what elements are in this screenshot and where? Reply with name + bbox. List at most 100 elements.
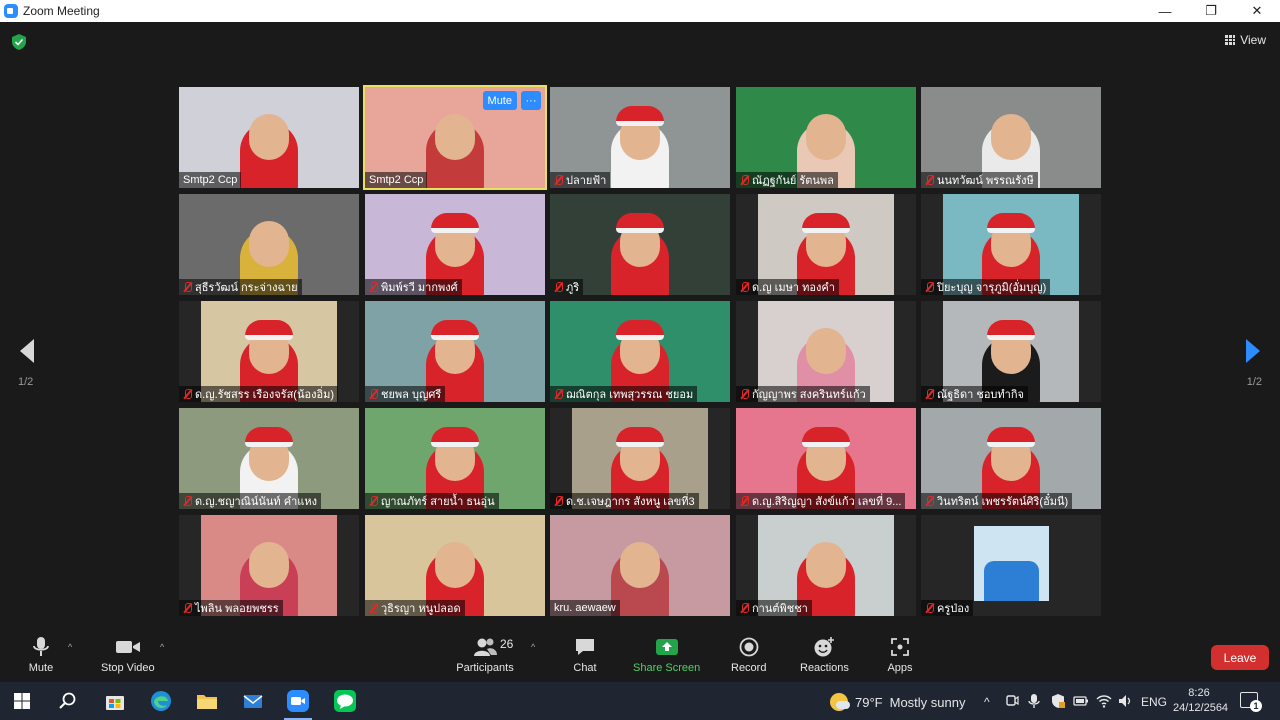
santa-hat xyxy=(987,427,1035,447)
close-button[interactable]: ✕ xyxy=(1234,0,1280,22)
participant-face xyxy=(806,114,846,160)
tray-overflow-chevron-icon[interactable]: ^ xyxy=(984,695,990,709)
security-tray-icon[interactable] xyxy=(1050,693,1066,709)
participants-button[interactable]: 26 Participants xyxy=(456,636,514,674)
participant-tile[interactable]: Smtp2 Ccp xyxy=(179,87,359,188)
participant-tile[interactable]: ชยพล บุญศรี xyxy=(365,301,545,402)
mute-button[interactable]: Mute xyxy=(26,636,56,674)
participant-tile[interactable]: ปิยะบุญ จารุภูมิ(อั่มบุญ) xyxy=(921,194,1101,295)
participant-name-bar: ภูริ xyxy=(550,279,584,295)
participant-tile[interactable]: ไพลิน พลอยพชรร xyxy=(179,515,359,616)
line-app-icon[interactable] xyxy=(333,689,357,713)
participant-face xyxy=(991,114,1031,160)
volume-icon[interactable] xyxy=(1117,693,1133,709)
tile-mute-button[interactable]: Mute xyxy=(482,91,517,110)
participant-name: ณัฐธิดา ชอบทำกิจ xyxy=(937,389,1024,401)
participant-tile[interactable]: ด.ช.เจษฎากร สังหนู เลขที่3 xyxy=(550,408,730,509)
weather-widget[interactable]: 79°F Mostly sunny xyxy=(830,693,965,711)
participant-tile[interactable]: ด.ญ.สิริญญา สังข์แก้ว เลขที่ 9... xyxy=(736,408,916,509)
zoom-taskbar-icon[interactable] xyxy=(286,689,310,713)
apps-icon xyxy=(885,636,915,658)
stop-video-button[interactable]: Stop Video xyxy=(101,636,155,674)
participant-tile[interactable]: ภูริ xyxy=(550,194,730,295)
microphone-tray-icon[interactable] xyxy=(1028,693,1040,709)
record-button[interactable]: Record xyxy=(731,636,766,674)
apps-button[interactable]: Apps xyxy=(885,636,915,674)
microsoft-store-icon[interactable] xyxy=(103,689,127,713)
muted-microphone-icon xyxy=(554,175,563,185)
minimize-button[interactable]: — xyxy=(1142,0,1188,22)
participant-tile[interactable]: พิมพ์รวี มากพงศ์ xyxy=(365,194,545,295)
encryption-shield-icon[interactable] xyxy=(12,34,26,50)
audio-options-caret-icon[interactable]: ^ xyxy=(68,642,72,652)
santa-hat xyxy=(431,213,479,233)
window-title-bar: Zoom Meeting — ❐ ✕ xyxy=(0,0,1280,22)
participant-tile[interactable]: ปลายฟ้า xyxy=(550,87,730,188)
participant-name-bar: ณัฐธิดา ชอบทำกิจ xyxy=(921,386,1028,402)
santa-hat xyxy=(616,320,664,340)
participant-face xyxy=(249,114,289,160)
muted-microphone-icon xyxy=(740,496,749,506)
wifi-icon[interactable] xyxy=(1096,693,1112,709)
participant-name: กัญญาพร สงครินทร์แก้ว xyxy=(752,389,866,401)
participant-tile[interactable]: kru. aewaew xyxy=(550,515,730,616)
participants-label: Participants xyxy=(456,662,514,674)
participant-profile-photo xyxy=(974,526,1049,601)
participants-count: 26 xyxy=(500,637,514,651)
mail-icon[interactable] xyxy=(241,689,265,713)
participant-tile[interactable]: ฌณิตกุล เทพสุวรรณ ชยอม xyxy=(550,301,730,402)
participant-face xyxy=(620,542,660,588)
share-screen-icon xyxy=(652,636,682,658)
file-explorer-icon[interactable] xyxy=(195,689,219,713)
search-icon[interactable] xyxy=(56,689,80,713)
input-language[interactable]: ENG xyxy=(1141,695,1167,709)
share-screen-button[interactable]: Share Screen xyxy=(633,636,700,674)
participants-options-caret-icon[interactable]: ^ xyxy=(531,642,535,652)
taskbar-clock[interactable]: 8:26 24/12/2564 xyxy=(1173,686,1228,716)
restore-button[interactable]: ❐ xyxy=(1188,0,1234,22)
participant-tile[interactable]: กานต์พิชชา xyxy=(736,515,916,616)
participant-tile[interactable]: วุธิรญา หนูปลอด xyxy=(365,515,545,616)
battery-icon[interactable] xyxy=(1073,695,1089,707)
participant-face xyxy=(806,542,846,588)
muted-microphone-icon xyxy=(183,496,192,506)
view-button[interactable]: View xyxy=(1225,33,1266,47)
muted-microphone-icon xyxy=(554,389,563,399)
video-gallery: Smtp2 Ccp Smtp2 Ccp Mute ··· ปลายฟ้า ณัฏฐกันย… xyxy=(179,85,1102,617)
leave-button[interactable]: Leave xyxy=(1211,645,1269,670)
previous-page-arrow-icon[interactable] xyxy=(18,338,36,364)
video-camera-icon xyxy=(113,636,143,658)
edge-browser-icon[interactable] xyxy=(149,689,173,713)
video-options-caret-icon[interactable]: ^ xyxy=(160,642,164,652)
participant-tile[interactable]: นนทวัฒน์ พรรณรังษี xyxy=(921,87,1101,188)
participant-tile[interactable]: ครูป่อง xyxy=(921,515,1101,616)
santa-hat xyxy=(245,320,293,340)
reactions-button[interactable]: Reactions xyxy=(800,636,849,674)
santa-hat xyxy=(987,320,1035,340)
participant-tile[interactable]: สุธีรวัฒน์ กระจ่างฉาย xyxy=(179,194,359,295)
next-page-arrow-icon[interactable] xyxy=(1244,338,1262,364)
participant-name-bar: ไพลิน พลอยพชรร xyxy=(179,600,283,616)
windows-taskbar: 79°F Mostly sunny ^ ENG 8:26 24/12/2564 … xyxy=(0,682,1280,720)
zoom-app-icon xyxy=(4,4,18,18)
participant-tile[interactable]: ด.ญ.รัชสรร เรืองจรัส(น้องอิ่ม) xyxy=(179,301,359,402)
participant-tile[interactable]: กัญญาพร สงครินทร์แก้ว xyxy=(736,301,916,402)
tile-more-options-button[interactable]: ··· xyxy=(521,91,541,110)
participant-name: kru. aewaew xyxy=(554,602,616,614)
participant-tile[interactable]: Smtp2 Ccp Mute ··· xyxy=(363,85,547,190)
chat-button[interactable]: Chat xyxy=(570,636,600,674)
participant-tile[interactable]: วินทริตน์ เพชรรัตน์ศิริ(อั๋มนี) xyxy=(921,408,1101,509)
participant-tile[interactable]: ด.ญ เมษา ทองคำ xyxy=(736,194,916,295)
muted-microphone-icon xyxy=(740,175,749,185)
participant-name-bar: สุธีรวัฒน์ กระจ่างฉาย xyxy=(179,279,302,295)
participant-tile[interactable]: ด.ญ.ชญาณิน์นันท์ คำแหง xyxy=(179,408,359,509)
participant-name: กานต์พิชชา xyxy=(752,603,808,615)
windows-start-icon[interactable] xyxy=(10,689,34,713)
meet-now-icon[interactable] xyxy=(1005,693,1019,709)
participant-tile[interactable]: ณัฐธิดา ชอบทำกิจ xyxy=(921,301,1101,402)
participant-name-bar: ด.ช.เจษฎากร สังหนู เลขที่3 xyxy=(550,493,699,509)
participant-tile[interactable]: ณัฏฐกันย์ รัตนพล xyxy=(736,87,916,188)
participant-name-bar: วินทริตน์ เพชรรัตน์ศิริ(อั๋มนี) xyxy=(921,493,1073,509)
participant-tile[interactable]: ญาณภัทร์ สายน้ำ ธนอุ่น xyxy=(365,408,545,509)
participant-name: ด.ญ เมษา ทองคำ xyxy=(752,282,835,294)
